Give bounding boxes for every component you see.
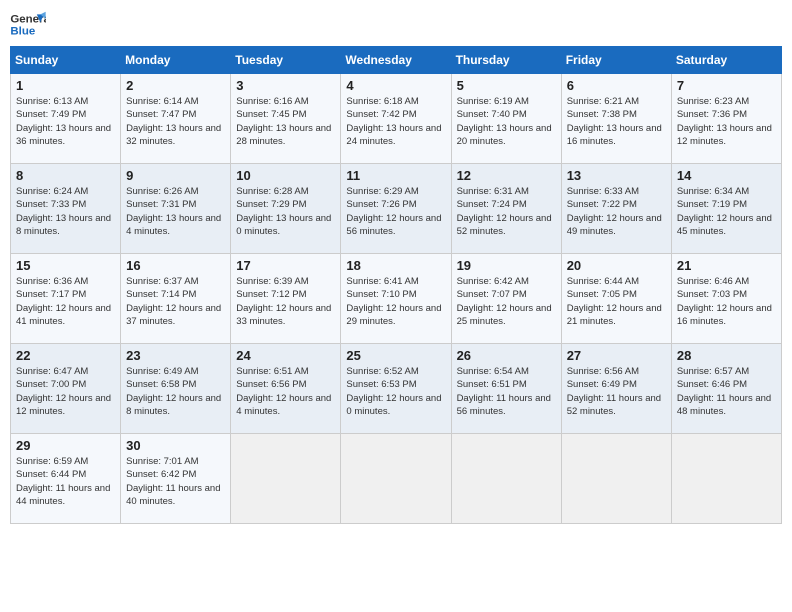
- calendar-week-1: 1Sunrise: 6:13 AM Sunset: 7:49 PM Daylig…: [11, 74, 782, 164]
- calendar-day-5: 5Sunrise: 6:19 AM Sunset: 7:40 PM Daylig…: [451, 74, 561, 164]
- calendar-day-14: 14Sunrise: 6:34 AM Sunset: 7:19 PM Dayli…: [671, 164, 781, 254]
- col-header-saturday: Saturday: [671, 47, 781, 74]
- logo: General Blue: [10, 10, 46, 40]
- col-header-tuesday: Tuesday: [231, 47, 341, 74]
- calendar-day-12: 12Sunrise: 6:31 AM Sunset: 7:24 PM Dayli…: [451, 164, 561, 254]
- calendar-header-row: SundayMondayTuesdayWednesdayThursdayFrid…: [11, 47, 782, 74]
- calendar-day-9: 9Sunrise: 6:26 AM Sunset: 7:31 PM Daylig…: [121, 164, 231, 254]
- col-header-wednesday: Wednesday: [341, 47, 451, 74]
- calendar-day-17: 17Sunrise: 6:39 AM Sunset: 7:12 PM Dayli…: [231, 254, 341, 344]
- calendar-day-6: 6Sunrise: 6:21 AM Sunset: 7:38 PM Daylig…: [561, 74, 671, 164]
- calendar-day-28: 28Sunrise: 6:57 AM Sunset: 6:46 PM Dayli…: [671, 344, 781, 434]
- calendar-day-1: 1Sunrise: 6:13 AM Sunset: 7:49 PM Daylig…: [11, 74, 121, 164]
- calendar-day-4: 4Sunrise: 6:18 AM Sunset: 7:42 PM Daylig…: [341, 74, 451, 164]
- col-header-monday: Monday: [121, 47, 231, 74]
- calendar-week-2: 8Sunrise: 6:24 AM Sunset: 7:33 PM Daylig…: [11, 164, 782, 254]
- calendar-day-18: 18Sunrise: 6:41 AM Sunset: 7:10 PM Dayli…: [341, 254, 451, 344]
- col-header-friday: Friday: [561, 47, 671, 74]
- calendar-day-29: 29Sunrise: 6:59 AM Sunset: 6:44 PM Dayli…: [11, 434, 121, 524]
- calendar-day-empty: [451, 434, 561, 524]
- calendar-day-empty: [231, 434, 341, 524]
- col-header-thursday: Thursday: [451, 47, 561, 74]
- calendar-day-22: 22Sunrise: 6:47 AM Sunset: 7:00 PM Dayli…: [11, 344, 121, 434]
- calendar-day-15: 15Sunrise: 6:36 AM Sunset: 7:17 PM Dayli…: [11, 254, 121, 344]
- calendar-day-empty: [561, 434, 671, 524]
- calendar-day-empty: [341, 434, 451, 524]
- calendar-day-21: 21Sunrise: 6:46 AM Sunset: 7:03 PM Dayli…: [671, 254, 781, 344]
- calendar-day-8: 8Sunrise: 6:24 AM Sunset: 7:33 PM Daylig…: [11, 164, 121, 254]
- calendar-day-25: 25Sunrise: 6:52 AM Sunset: 6:53 PM Dayli…: [341, 344, 451, 434]
- calendar-day-24: 24Sunrise: 6:51 AM Sunset: 6:56 PM Dayli…: [231, 344, 341, 434]
- calendar-day-20: 20Sunrise: 6:44 AM Sunset: 7:05 PM Dayli…: [561, 254, 671, 344]
- calendar-day-16: 16Sunrise: 6:37 AM Sunset: 7:14 PM Dayli…: [121, 254, 231, 344]
- calendar-day-2: 2Sunrise: 6:14 AM Sunset: 7:47 PM Daylig…: [121, 74, 231, 164]
- calendar-day-11: 11Sunrise: 6:29 AM Sunset: 7:26 PM Dayli…: [341, 164, 451, 254]
- calendar-day-3: 3Sunrise: 6:16 AM Sunset: 7:45 PM Daylig…: [231, 74, 341, 164]
- calendar-day-13: 13Sunrise: 6:33 AM Sunset: 7:22 PM Dayli…: [561, 164, 671, 254]
- svg-text:Blue: Blue: [10, 26, 35, 38]
- calendar-day-27: 27Sunrise: 6:56 AM Sunset: 6:49 PM Dayli…: [561, 344, 671, 434]
- calendar-table: SundayMondayTuesdayWednesdayThursdayFrid…: [10, 46, 782, 524]
- calendar-day-26: 26Sunrise: 6:54 AM Sunset: 6:51 PM Dayli…: [451, 344, 561, 434]
- col-header-sunday: Sunday: [11, 47, 121, 74]
- page-header: General Blue: [10, 10, 782, 40]
- calendar-week-4: 22Sunrise: 6:47 AM Sunset: 7:00 PM Dayli…: [11, 344, 782, 434]
- calendar-week-5: 29Sunrise: 6:59 AM Sunset: 6:44 PM Dayli…: [11, 434, 782, 524]
- calendar-day-19: 19Sunrise: 6:42 AM Sunset: 7:07 PM Dayli…: [451, 254, 561, 344]
- calendar-day-empty: [671, 434, 781, 524]
- calendar-week-3: 15Sunrise: 6:36 AM Sunset: 7:17 PM Dayli…: [11, 254, 782, 344]
- calendar-day-23: 23Sunrise: 6:49 AM Sunset: 6:58 PM Dayli…: [121, 344, 231, 434]
- calendar-day-7: 7Sunrise: 6:23 AM Sunset: 7:36 PM Daylig…: [671, 74, 781, 164]
- calendar-day-10: 10Sunrise: 6:28 AM Sunset: 7:29 PM Dayli…: [231, 164, 341, 254]
- logo-icon: General Blue: [10, 10, 46, 40]
- calendar-day-30: 30Sunrise: 7:01 AM Sunset: 6:42 PM Dayli…: [121, 434, 231, 524]
